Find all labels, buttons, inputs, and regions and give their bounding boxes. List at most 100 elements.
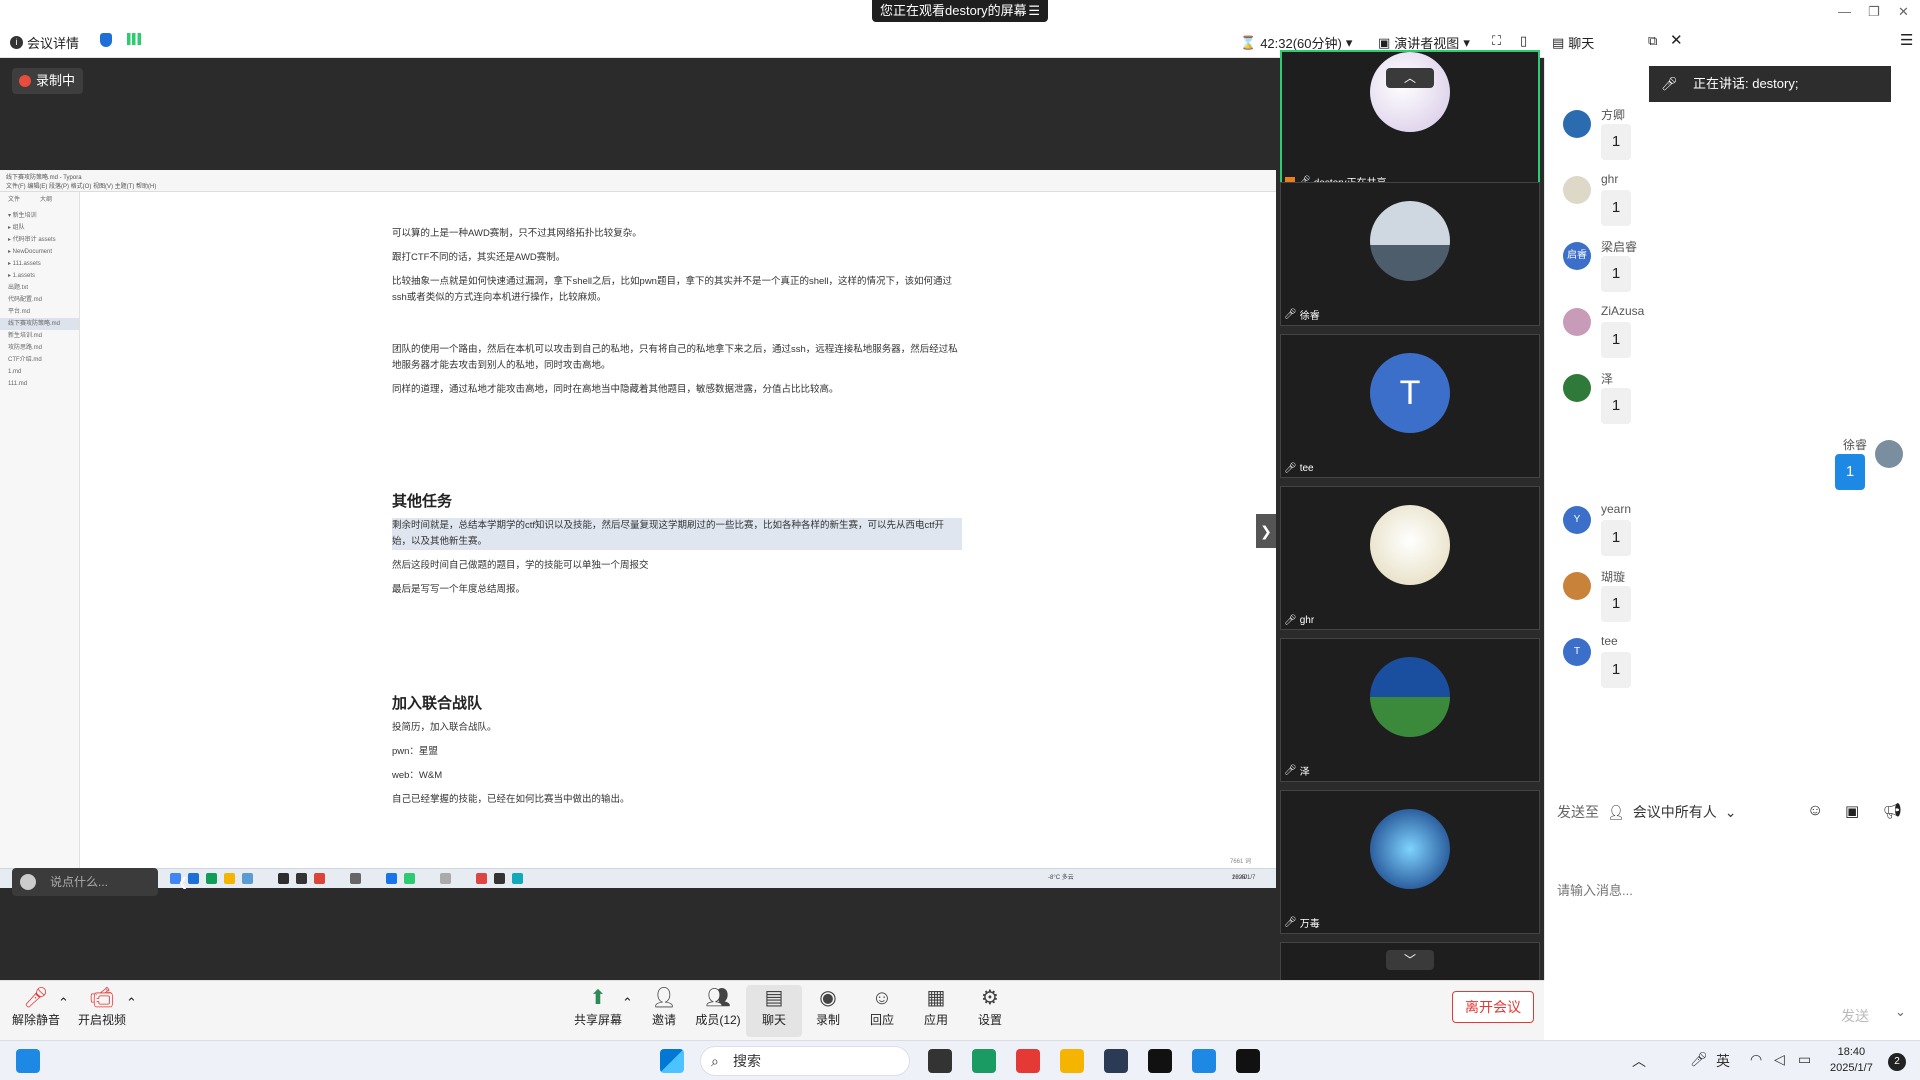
meeting-app-icon[interactable] [1192, 1049, 1216, 1073]
search-icon: ⌕ [711, 1053, 719, 1069]
avatar[interactable] [1563, 176, 1591, 204]
taskbar-clock[interactable]: 18:40 2025/1/7 [1830, 1044, 1873, 1076]
collapse-arrow-icon[interactable]: ❮ [178, 868, 188, 896]
reply-button[interactable]: ☺ 回应 [854, 985, 910, 1037]
start-video-button[interactable]: 📹︎ 开启视频 [74, 985, 130, 1037]
shield-icon[interactable] [100, 33, 112, 47]
doc-paragraph: 投简历，加入联合战队。 [392, 722, 497, 733]
chat-message: 瑚璇 1 [1545, 566, 1920, 636]
chat-tab[interactable]: ▤ 聊天 [1552, 33, 1594, 52]
participant-tile[interactable]: 🎤︎ 万毒 [1280, 790, 1540, 934]
gear-icon: ⚙ [981, 987, 999, 1009]
avatar[interactable]: Y [1563, 506, 1591, 534]
chat-message: Ttee 1 [1545, 632, 1920, 702]
taskbar-search[interactable]: ⌕ 搜索 [700, 1046, 910, 1076]
mic-icon[interactable]: 🎤︎ [1690, 1051, 1708, 1068]
record-button[interactable]: ◉ 录制 [800, 985, 856, 1037]
avatar[interactable] [1563, 308, 1591, 336]
unmute-button[interactable]: 🎤︎ 解除静音 [8, 985, 64, 1037]
windows-taskbar: ⌕ 搜索 ︿ 🎤︎ 英 ◠ ◁ ▭ 18:40 2025/1/7 2 [0, 1040, 1920, 1080]
chat-message: 方卿 1 [1545, 104, 1920, 174]
close-icon[interactable]: ✕ [1898, 4, 1909, 20]
more-menu-icon[interactable]: ☰ [1900, 31, 1913, 49]
apps-button[interactable]: ▦ 应用 [908, 985, 964, 1037]
sidebar-toggle-icon[interactable]: ▯ [1520, 33, 1527, 49]
chevron-up-icon[interactable]: ⌃ [622, 995, 633, 1011]
avatar[interactable] [1563, 572, 1591, 600]
leave-meeting-button[interactable]: 离开会议 [1452, 991, 1534, 1023]
qq-icon[interactable] [1148, 1049, 1172, 1073]
chat-message: 启睿 梁启睿 1 [1545, 236, 1920, 306]
folder-icon[interactable] [1060, 1049, 1084, 1073]
avatar[interactable] [1563, 110, 1591, 138]
share-banner[interactable]: 您正在观看destory的屏幕 ☰ [872, 0, 1048, 22]
ime-indicator[interactable]: 英 [1716, 1051, 1730, 1071]
share-banner-text: 您正在观看destory的屏幕 [880, 3, 1027, 18]
settings-button[interactable]: ⚙ 设置 [962, 985, 1018, 1037]
fullscreen-icon[interactable]: ⛶ [1492, 33, 1501, 49]
app-icon[interactable] [1104, 1049, 1128, 1073]
chevron-up-icon[interactable]: ︿ [1632, 1051, 1646, 1071]
file-item: 新生培训.md [8, 333, 43, 339]
doc-paragraph: 可以算的上是一种AWD赛制，只不过其网络拓扑比较复杂。 [392, 228, 642, 239]
meeting-info-label: 会议详情 [27, 36, 80, 51]
invite-label: 邀请 [651, 1013, 676, 1027]
sender-name: 瑚璇 [1601, 570, 1626, 584]
widgets-icon[interactable] [16, 1049, 40, 1073]
popout-icon[interactable]: ⧉ [1648, 33, 1657, 49]
share-screen-button[interactable]: ⬆ 共享屏幕 [570, 985, 626, 1037]
windows-start-icon[interactable] [660, 1049, 684, 1073]
wps-icon[interactable] [1016, 1049, 1040, 1073]
chat-message: ghr 1 [1545, 170, 1920, 240]
restore-icon[interactable]: ❐ [1868, 4, 1880, 20]
send-button[interactable]: 发送 [1841, 1006, 1869, 1026]
invite-button[interactable]: 👤︎ 邀请 [636, 985, 692, 1037]
avatar[interactable]: 启睿 [1563, 242, 1591, 270]
say-something-input[interactable]: 说点什么... ❮ [12, 868, 188, 896]
close-panel-icon[interactable]: ✕ [1670, 31, 1683, 49]
recording-badge[interactable]: 录制中 [12, 68, 84, 94]
minimize-icon[interactable]: — [1838, 4, 1851, 19]
chevron-down-icon[interactable]: ⌄ [1895, 1004, 1906, 1020]
avatar[interactable] [1875, 440, 1903, 468]
sender-name: 梁启睿 [1601, 240, 1638, 254]
participant-label: ghr [1299, 615, 1315, 626]
wifi-icon[interactable]: ◠ [1750, 1051, 1762, 1068]
next-page-arrow[interactable]: ❯ [1256, 514, 1276, 548]
participant-label: 万毒 [1299, 919, 1320, 930]
chat-panel-header: ▤ 聊天 ⧉ ✕ ☰ [1544, 24, 1920, 58]
app-icon[interactable] [928, 1049, 952, 1073]
edge-icon[interactable] [972, 1049, 996, 1073]
message-input[interactable] [1557, 830, 1907, 950]
participant-name: 🎤︎ 万毒 [1284, 915, 1320, 930]
chat-label: 聊天 [761, 1013, 786, 1027]
participant-tile[interactable]: T 🎤︎ tee [1280, 334, 1540, 478]
chevron-up-icon[interactable]: ⌃ [58, 995, 69, 1011]
chat-button[interactable]: ▤ 聊天 [746, 985, 802, 1037]
emoji-icon[interactable]: ☺ [1807, 802, 1823, 820]
participant-tile[interactable]: 🎤︎ ghr [1280, 486, 1540, 630]
share-screen-icon: ⬆ [589, 987, 607, 1009]
remote-date: 2025/1/7 [1232, 875, 1256, 881]
volume-icon[interactable]: ◁ [1774, 1051, 1785, 1068]
signal-icon[interactable] [127, 33, 141, 45]
notification-badge[interactable]: 2 [1888, 1053, 1906, 1071]
participant-tile[interactable]: 🎤︎ 徐睿 [1280, 182, 1540, 326]
avatar[interactable]: T [1563, 638, 1591, 666]
participant-tiles: 🎤︎destory正在共享 🎤︎徐睿 T 🎤︎tee 🎤︎ghr 🎤︎泽 🎤︎万… [1276, 50, 1544, 982]
chevron-up-icon[interactable]: ⌃ [126, 995, 137, 1011]
menu-icon[interactable]: ☰ [1028, 0, 1040, 22]
typora-icon[interactable] [1236, 1049, 1260, 1073]
announce-icon[interactable]: 📢︎ [1883, 802, 1902, 820]
avatar[interactable] [1563, 374, 1591, 402]
scroll-up-button[interactable]: ︿ [1386, 68, 1434, 88]
participant-tile[interactable]: 🎤︎ 泽 [1280, 638, 1540, 782]
folder-icon[interactable]: ▣ [1845, 802, 1859, 820]
members-button[interactable]: 👥︎ 成员(12) [690, 985, 746, 1037]
meeting-info-button[interactable]: i 会议详情 [10, 33, 79, 52]
scroll-down-button[interactable]: ﹀ [1386, 950, 1434, 970]
send-to[interactable]: 发送至 👤︎ 会议中所有人 ⌄ [1557, 802, 1737, 822]
doc-paragraph: 然后这段时间自己做题的题目，学的技能可以单独一个周报交 [392, 560, 649, 571]
battery-icon[interactable]: ▭ [1798, 1051, 1811, 1068]
audience-select[interactable]: 会议中所有人 [1633, 802, 1717, 822]
